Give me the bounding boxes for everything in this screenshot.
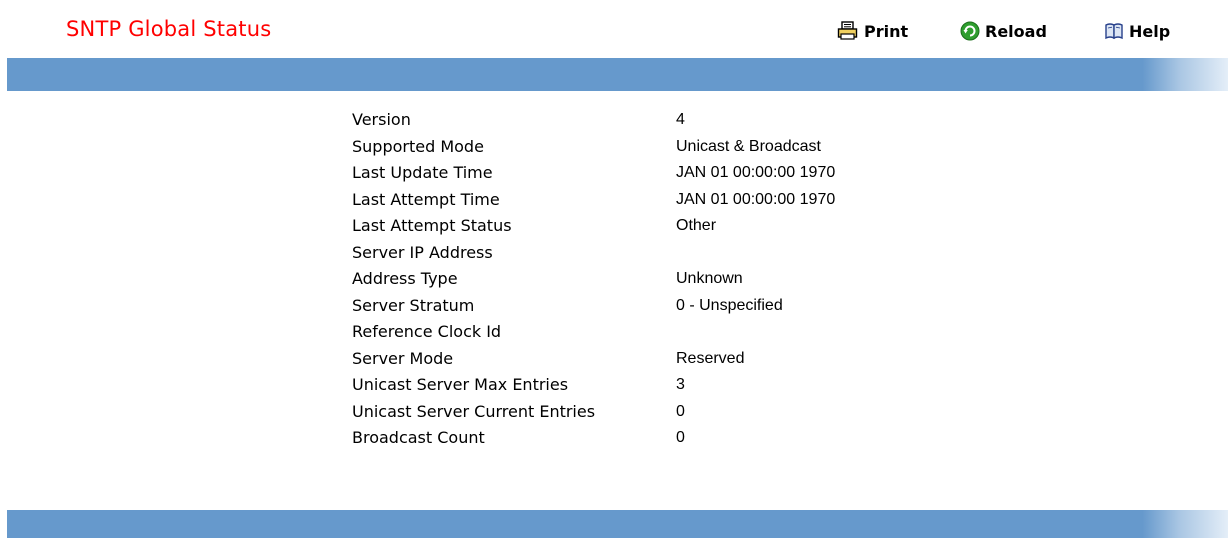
status-value: 0 (676, 402, 685, 420)
status-value: Unknown (676, 270, 743, 287)
header-divider-bar (7, 58, 1228, 91)
help-button[interactable]: Help (1104, 19, 1170, 43)
help-book-icon (1104, 22, 1124, 40)
status-label: Last Attempt Status (352, 216, 512, 235)
status-value: Reserved (676, 349, 745, 367)
status-label: Last Attempt Time (352, 189, 500, 209)
status-value: 4 (676, 111, 685, 128)
status-label: Unicast Server Current Entries (352, 401, 596, 421)
status-value: Other (676, 217, 717, 234)
status-value: JAN 01 00:00:00 1970 (676, 190, 836, 208)
status-label: Supported Mode (352, 136, 484, 156)
status-value: Unicast & Broadcast (676, 137, 821, 155)
status-label: Broadcast Count (352, 428, 485, 447)
status-label: Server Mode (352, 348, 454, 368)
reload-icon (960, 21, 980, 41)
reload-label: Reload (985, 21, 1047, 41)
status-value: JAN 01 00:00:00 1970 (676, 164, 836, 181)
reload-button[interactable]: Reload (960, 19, 1047, 43)
print-button[interactable]: Print (837, 19, 908, 43)
status-label: Address Type (352, 269, 458, 288)
status-label: Reference Clock Id (352, 322, 502, 341)
page-header: SNTP Global Status Print Reload Help (0, 0, 1228, 58)
footer-divider-bar (7, 510, 1228, 538)
page-title: SNTP Global Status (66, 17, 272, 41)
printer-icon (837, 21, 859, 41)
status-value: 0 - Unspecified (676, 296, 783, 314)
status-value: 3 (676, 376, 685, 393)
print-label: Print (864, 21, 909, 41)
status-label: Last Update Time (352, 163, 493, 182)
status-label: Server IP Address (352, 242, 493, 262)
status-value: 0 (676, 429, 685, 446)
status-label: Version (352, 110, 411, 129)
help-label: Help (1129, 21, 1171, 41)
status-label: Server Stratum (352, 295, 475, 315)
status-label: Unicast Server Max Entries (352, 375, 569, 394)
